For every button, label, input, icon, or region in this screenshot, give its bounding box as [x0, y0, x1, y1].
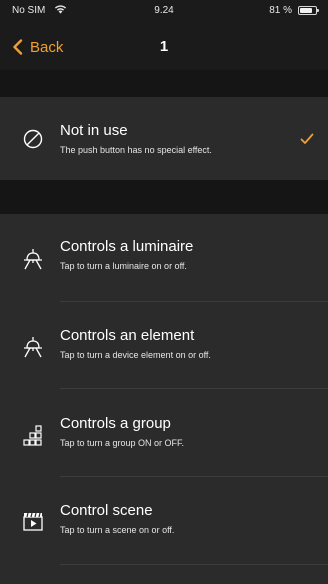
navigation-bar: Back 1: [0, 24, 328, 70]
group-grid-icon: [23, 425, 42, 446]
option-subtitle: The push button has no special effect.: [60, 145, 212, 155]
mode-options-section: Controls a luminaire Tap to turn a lumin…: [0, 214, 328, 584]
option-title: Controls an element: [60, 327, 195, 344]
option-controls-luminaire[interactable]: Controls a luminaire Tap to turn a lumin…: [0, 214, 328, 302]
option-not-in-use[interactable]: Not in use The push button has no specia…: [0, 97, 328, 180]
battery-percentage: 81 %: [269, 5, 292, 16]
luminaire-icon: [24, 249, 42, 270]
section-spacer: [0, 70, 328, 97]
option-subtitle: Tap to turn a device element on or off.: [60, 350, 211, 360]
option-subtitle: Tap to turn a group ON or OFF.: [60, 438, 185, 448]
option-subtitle: Tap to turn a scene on or off.: [60, 525, 175, 535]
option-title: Controls a luminaire: [60, 238, 194, 255]
scene-clapperboard-icon: [23, 512, 43, 531]
option-controls-element[interactable]: Controls an element Tap to turn a device…: [0, 302, 328, 389]
option-control-scene[interactable]: Control scene Tap to turn a scene on or …: [0, 477, 328, 565]
section-spacer: [0, 180, 328, 214]
option-title: Controls a group: [60, 415, 171, 432]
option-subtitle: Tap to turn a luminaire on or off.: [60, 261, 187, 271]
battery-icon: [298, 6, 319, 15]
page-title: 1: [159, 38, 169, 55]
option-controls-group[interactable]: Controls a group Tap to turn a group ON …: [0, 389, 328, 477]
luminaire-icon: [24, 337, 42, 358]
prohibited-icon: [23, 129, 43, 149]
divider: [60, 564, 328, 565]
status-bar: No SIM 9.24 81 %: [0, 0, 328, 24]
option-title: Not in use: [60, 122, 128, 139]
checkmark-icon: [300, 133, 314, 144]
option-title: Control scene: [60, 502, 153, 519]
current-mode-section: Not in use The push button has no specia…: [0, 97, 328, 180]
